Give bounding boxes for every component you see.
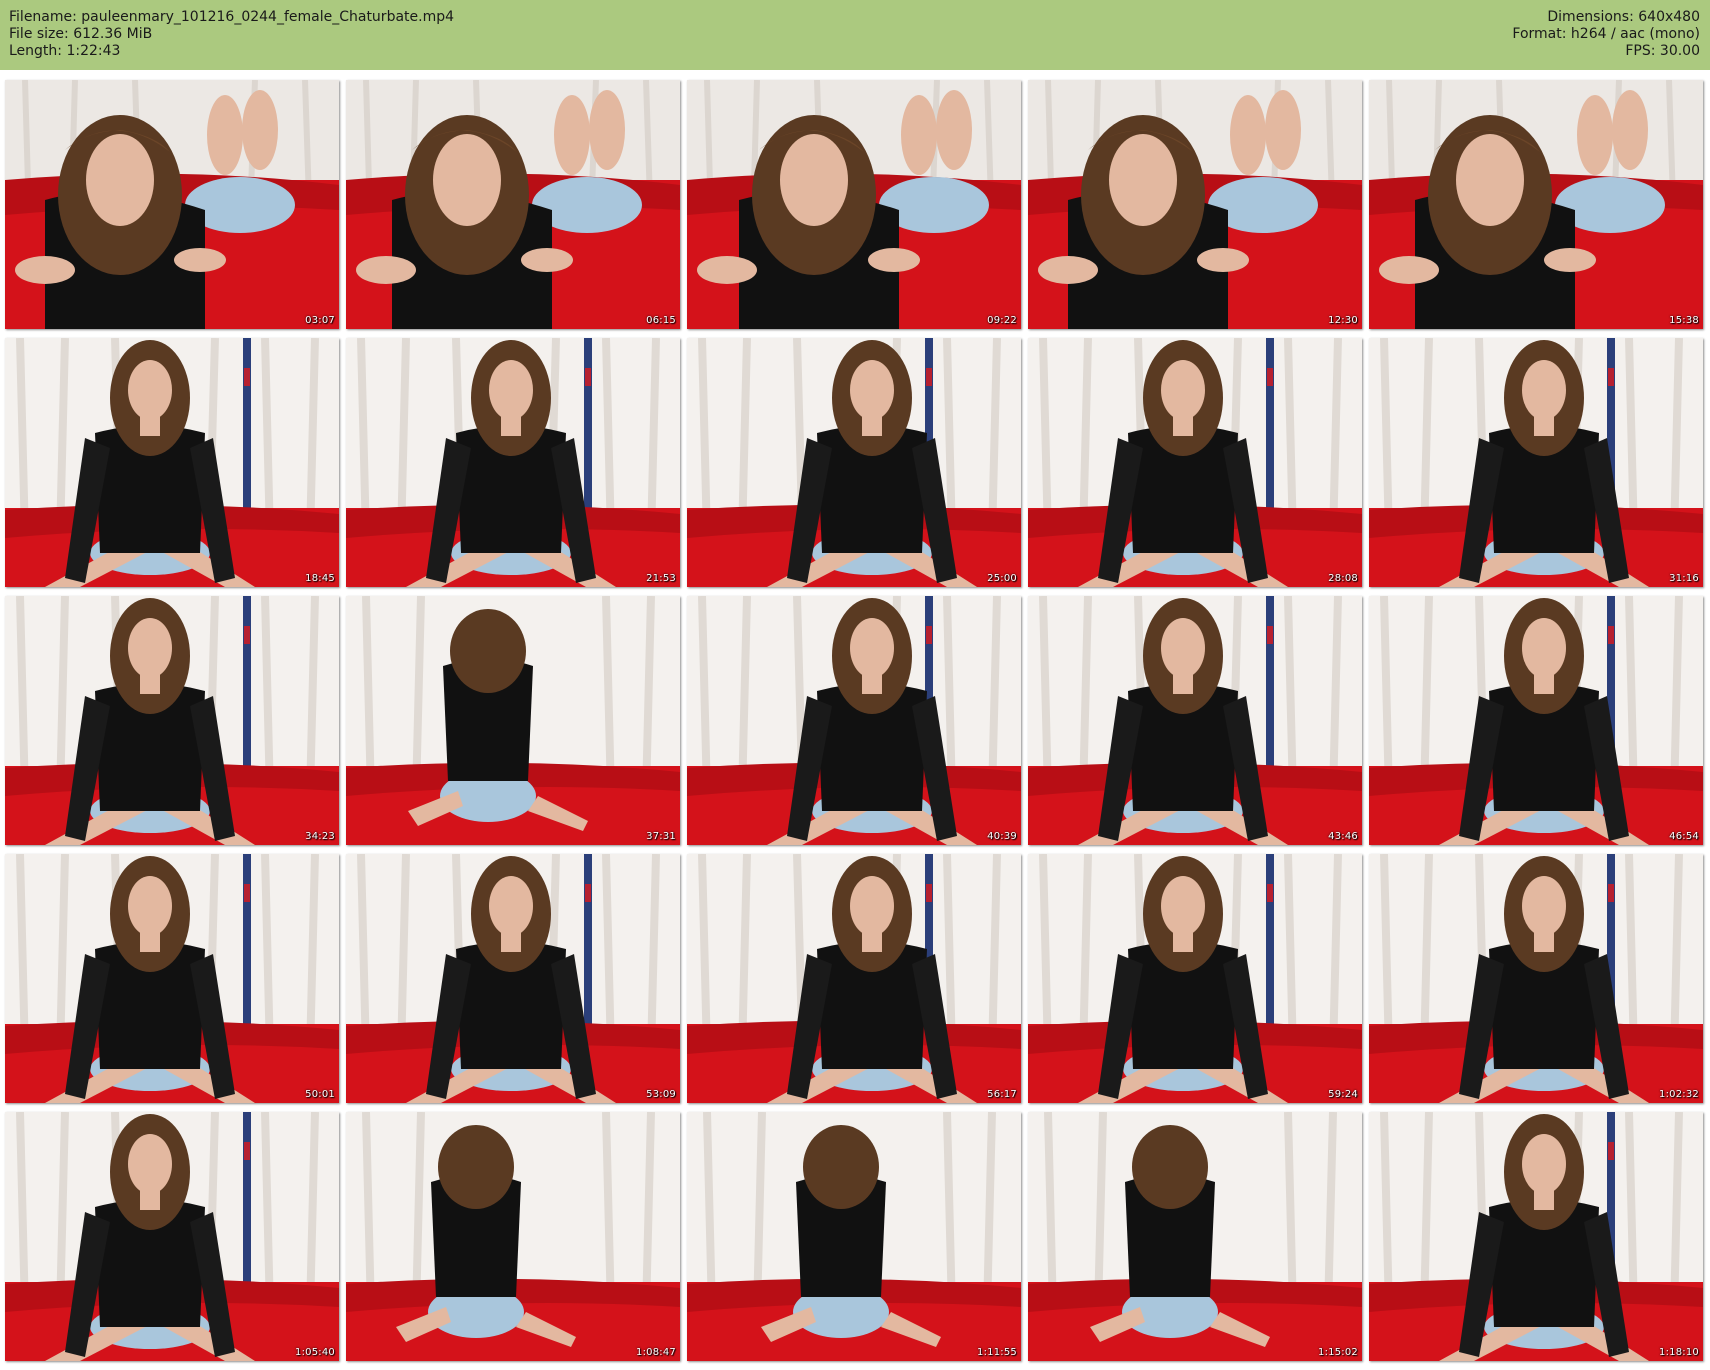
video-frame-image: [1369, 338, 1703, 587]
thumbnail: 25:00: [687, 338, 1021, 587]
video-frame-image: [346, 80, 680, 329]
thumbnail: 21:53: [346, 338, 680, 587]
video-frame-image: [1369, 80, 1703, 329]
thumbnail: 46:54: [1369, 596, 1703, 845]
frame-timestamp: 28:08: [1328, 573, 1358, 584]
length-text: Length: 1:22:43: [9, 43, 121, 59]
frame-timestamp: 34:23: [305, 831, 335, 842]
video-frame-image: [5, 854, 339, 1103]
filesize-text: File size: 612.36 MiB: [9, 26, 153, 42]
video-frame-image: [1028, 80, 1362, 329]
video-frame-image: [1028, 1112, 1362, 1361]
video-frame-image: [5, 338, 339, 587]
video-frame-image: [1028, 596, 1362, 845]
frame-timestamp: 1:18:10: [1659, 1347, 1699, 1358]
video-frame-image: [346, 1112, 680, 1361]
video-frame-image: [687, 596, 1021, 845]
frame-timestamp: 56:17: [987, 1089, 1017, 1100]
thumbnail: 1:15:02: [1028, 1112, 1362, 1361]
frame-timestamp: 46:54: [1669, 831, 1699, 842]
frame-timestamp: 1:08:47: [636, 1347, 676, 1358]
video-frame-image: [346, 854, 680, 1103]
thumbnail: 12:30: [1028, 80, 1362, 329]
thumbnail: 37:31: [346, 596, 680, 845]
frame-timestamp: 25:00: [987, 573, 1017, 584]
frame-timestamp: 1:15:02: [1318, 1347, 1358, 1358]
video-info: Dimensions: 640x480 Format: h264 / aac (…: [1512, 9, 1700, 60]
thumbnail: 34:23: [5, 596, 339, 845]
thumbnail: 03:07: [5, 80, 339, 329]
thumbnail: 56:17: [687, 854, 1021, 1103]
video-frame-image: [687, 80, 1021, 329]
thumbnail: 59:24: [1028, 854, 1362, 1103]
frame-timestamp: 31:16: [1669, 573, 1699, 584]
frame-timestamp: 59:24: [1328, 1089, 1358, 1100]
video-frame-image: [5, 80, 339, 329]
thumbnail: 1:08:47: [346, 1112, 680, 1361]
thumbnail: 18:45: [5, 338, 339, 587]
video-frame-image: [346, 596, 680, 845]
fps-text: FPS: 30.00: [1625, 43, 1700, 59]
frame-timestamp: 1:11:55: [977, 1347, 1017, 1358]
frame-timestamp: 12:30: [1328, 315, 1358, 326]
frame-timestamp: 1:02:32: [1659, 1089, 1699, 1100]
frame-timestamp: 18:45: [305, 573, 335, 584]
thumbnail: 09:22: [687, 80, 1021, 329]
video-frame-image: [5, 1112, 339, 1361]
file-info: Filename: pauleenmary_101216_0244_female…: [9, 9, 454, 60]
frame-timestamp: 06:15: [646, 315, 676, 326]
video-frame-image: [1369, 854, 1703, 1103]
filename-text: Filename: pauleenmary_101216_0244_female…: [9, 9, 455, 25]
video-frame-image: [1028, 854, 1362, 1103]
video-frame-image: [1369, 1112, 1703, 1361]
info-header: Filename: pauleenmary_101216_0244_female…: [0, 0, 1710, 70]
frame-timestamp: 37:31: [646, 831, 676, 842]
video-frame-image: [687, 1112, 1021, 1361]
thumbnail: 1:05:40: [5, 1112, 339, 1361]
frame-timestamp: 03:07: [305, 315, 335, 326]
thumbnail: 40:39: [687, 596, 1021, 845]
frame-timestamp: 15:38: [1669, 315, 1699, 326]
thumbnail: 31:16: [1369, 338, 1703, 587]
video-frame-image: [1369, 596, 1703, 845]
video-frame-image: [346, 338, 680, 587]
video-frame-image: [687, 338, 1021, 587]
frame-timestamp: 50:01: [305, 1089, 335, 1100]
frame-timestamp: 09:22: [987, 315, 1017, 326]
thumbnail: 15:38: [1369, 80, 1703, 329]
thumbnail: 43:46: [1028, 596, 1362, 845]
frame-timestamp: 40:39: [987, 831, 1017, 842]
frame-timestamp: 1:05:40: [295, 1347, 335, 1358]
thumbnail: 50:01: [5, 854, 339, 1103]
thumbnail: 1:18:10: [1369, 1112, 1703, 1361]
thumbnail: 28:08: [1028, 338, 1362, 587]
frame-timestamp: 43:46: [1328, 831, 1358, 842]
thumbnail: 1:11:55: [687, 1112, 1021, 1361]
thumbnail: 53:09: [346, 854, 680, 1103]
video-frame-image: [1028, 338, 1362, 587]
thumbnail: 06:15: [346, 80, 680, 329]
thumbnail: 1:02:32: [1369, 854, 1703, 1103]
frame-timestamp: 53:09: [646, 1089, 676, 1100]
video-frame-image: [687, 854, 1021, 1103]
format-text: Format: h264 / aac (mono): [1512, 26, 1700, 42]
frame-timestamp: 21:53: [646, 573, 676, 584]
thumbnail-grid: 03:07 06:15 09:22 12:30 15:38 18:45 21:5…: [0, 70, 1710, 1370]
dimensions-text: Dimensions: 640x480: [1547, 9, 1700, 25]
video-frame-image: [5, 596, 339, 845]
